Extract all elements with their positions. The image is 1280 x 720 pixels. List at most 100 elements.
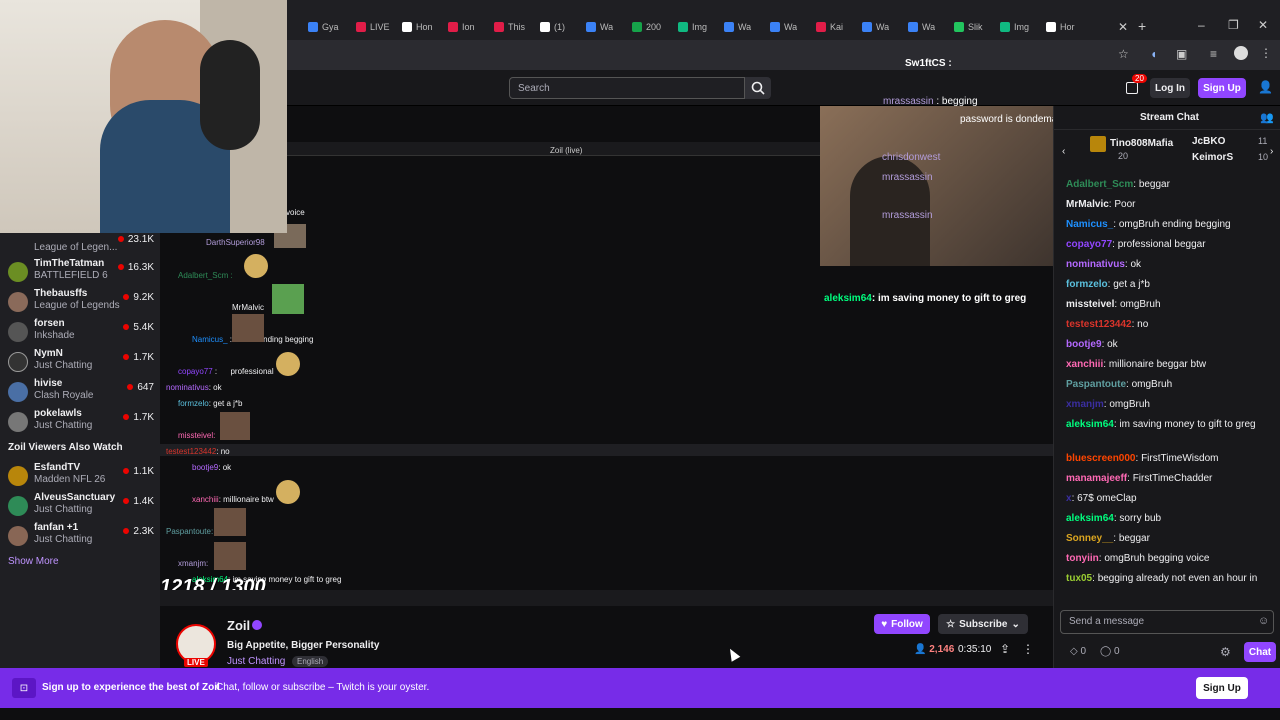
browser-tab[interactable]: Wa — [862, 17, 889, 37]
browser-menu-icon[interactable]: ⋮ — [1260, 46, 1272, 60]
subscribe-button[interactable]: ☆ Subscribe ⌄ — [938, 614, 1028, 634]
x-icon — [1046, 22, 1056, 32]
profile-avatar[interactable] — [1234, 46, 1248, 60]
sidebar-channel[interactable]: forsen Inkshade 5.4K — [6, 318, 156, 348]
chat-message: testest123442: no — [1066, 319, 1149, 330]
sidebar-channel[interactable]: fanfan +1 Just Chatting 2.3K — [6, 522, 156, 552]
chat-message: Paspantoute: omgBruh — [1066, 379, 1173, 390]
browser-tab[interactable]: Hon — [402, 17, 433, 37]
chat-text: omgBruh — [1119, 299, 1161, 310]
language-tag[interactable]: English — [292, 656, 329, 667]
chat-username[interactable]: testest123442 — [1066, 319, 1132, 330]
send-chat-button[interactable]: Chat — [1244, 642, 1276, 662]
chat-username[interactable]: Namicus_ — [1066, 219, 1113, 230]
sidebar-channel[interactable]: hivise Clash Royale 647 — [6, 378, 156, 408]
browser-tab[interactable]: Wa — [908, 17, 935, 37]
window-close-icon[interactable]: ✕ — [1258, 18, 1268, 32]
channel-points-icon[interactable]: ◯ 0 — [1100, 646, 1120, 657]
chat-message: Adalbert_Scm: beggar — [1066, 179, 1170, 190]
browser-tab[interactable]: Wa — [586, 17, 613, 37]
chat-username[interactable]: tonyiin — [1066, 553, 1099, 564]
sidebar-channel[interactable]: Thebausffs League of Legends 9.2K — [6, 288, 156, 318]
browser-tab[interactable]: Wa — [724, 17, 751, 37]
sidebar-channel[interactable]: League of Legen... 23.1K — [6, 230, 156, 260]
puzzle-icon[interactable]: ▣ — [1176, 47, 1187, 61]
video-player[interactable]: Zoil (live) Sw1ftCS : mrassassin : beggi… — [160, 58, 1093, 606]
browser-tab[interactable]: Gya — [308, 17, 339, 37]
chat-username[interactable]: bootje9 — [1066, 339, 1102, 350]
gear-icon[interactable]: ⚙ — [1220, 645, 1231, 659]
browser-tab[interactable]: (1) — [540, 17, 565, 37]
browser-tab[interactable]: Img — [1000, 17, 1029, 37]
notification-count-badge: 20 — [1132, 74, 1147, 83]
more-options-icon[interactable]: ⋮ — [1022, 642, 1034, 656]
follow-button[interactable]: ♥ Follow — [874, 614, 930, 634]
emote-picker-icon[interactable]: ☺ — [1258, 615, 1269, 627]
close-tab-icon[interactable]: ✕ — [1118, 20, 1128, 34]
signup-button[interactable]: Sign Up — [1198, 78, 1246, 98]
chat-username[interactable]: MrMalvic — [1066, 199, 1109, 210]
share-icon[interactable]: ⇪ — [1000, 642, 1010, 656]
chat-username[interactable]: missteivel — [1066, 299, 1114, 310]
channel-name: AlveusSanctuary — [34, 492, 116, 503]
chat-message: aleksim64: im saving money to gift to gr… — [1066, 419, 1256, 430]
chat-message: Namicus_: omgBruh ending begging — [1066, 219, 1231, 230]
sidebar-channel[interactable]: AlveusSanctuary Just Chatting 1.4K — [6, 492, 156, 522]
notifications-icon[interactable] — [1126, 82, 1138, 94]
show-more-link[interactable]: Show More — [8, 556, 59, 567]
chat-username[interactable]: aleksim64 — [1066, 419, 1114, 430]
chat-username[interactable]: formzelo — [1066, 279, 1108, 290]
sidebar-channel[interactable]: TimTheTatman BATTLEFIELD 6 16.3K — [6, 258, 156, 288]
browser-tab[interactable]: Ion — [448, 17, 475, 37]
search-button[interactable] — [745, 77, 771, 99]
tab-label: Wa — [784, 22, 798, 32]
user-menu-icon[interactable]: 👤 — [1258, 80, 1273, 94]
heart-icon: ♥ — [881, 618, 888, 630]
channel-name[interactable]: Zoil — [227, 618, 250, 633]
chevron-left-icon[interactable]: ‹ — [1062, 146, 1065, 157]
chat-username[interactable]: copayo77 — [1066, 239, 1112, 250]
chat-input[interactable]: Send a message — [1060, 610, 1274, 634]
login-button[interactable]: Log In — [1150, 78, 1190, 98]
channel-category: BATTLEFIELD 6 — [34, 270, 108, 281]
sidebar-channel[interactable]: EsfandTV Madden NFL 26 1.1K — [6, 462, 156, 492]
browser-tab[interactable]: Hor — [1046, 17, 1075, 37]
browser-tab[interactable]: This — [494, 17, 525, 37]
browser-tab[interactable]: LIVE — [356, 17, 390, 37]
banner-signup-button[interactable]: Sign Up — [1196, 677, 1248, 699]
extension-icon[interactable]: ◖ — [1150, 47, 1157, 61]
search-input[interactable]: Search — [509, 77, 745, 99]
chat-text: omgBruh begging voice — [1104, 553, 1210, 564]
sidebar-channel[interactable]: NymN Just Chatting 1.7K — [6, 348, 156, 378]
browser-tab[interactable]: Kai — [816, 17, 843, 37]
top-gifter-count: 20 — [1118, 151, 1129, 161]
browser-tab[interactable]: Wa — [770, 17, 797, 37]
chevron-right-icon[interactable]: › — [1270, 146, 1273, 157]
chat-username[interactable]: Paspantoute — [1066, 379, 1126, 390]
browser-tab[interactable]: Img — [678, 17, 707, 37]
browser-tab[interactable]: Slik — [954, 17, 983, 37]
chat-username[interactable]: Sonney__ — [1066, 533, 1113, 544]
chat-users-icon[interactable]: 👥 — [1260, 111, 1274, 124]
inner-chat-line: copayo77 : professional — [178, 367, 274, 376]
x-icon — [540, 22, 550, 32]
bits-icon[interactable]: ◇ 0 — [1070, 646, 1086, 657]
tab-label: Slik — [968, 22, 983, 32]
chat-username[interactable]: aleksim64 — [1066, 513, 1114, 524]
chat-username[interactable]: Adalbert_Scm — [1066, 179, 1133, 190]
chat-username[interactable]: nominativus — [1066, 259, 1125, 270]
minimize-icon[interactable]: – — [1198, 18, 1205, 32]
bookmark-star-icon[interactable]: ☆ — [1118, 47, 1129, 61]
chat-username[interactable]: xmanjm — [1066, 399, 1104, 410]
gifter-name: KeimorS — [1192, 152, 1234, 163]
chat-username[interactable]: xanchiii — [1066, 359, 1103, 370]
chat-username[interactable]: manamajeeff — [1066, 473, 1127, 484]
chat-username[interactable]: tux05 — [1066, 573, 1092, 584]
sidebar-panel-icon[interactable]: ≡ — [1210, 47, 1217, 61]
category-link[interactable]: Just Chatting — [227, 656, 285, 667]
sidebar-channel[interactable]: pokelawls Just Chatting 1.7K — [6, 408, 156, 438]
chat-username[interactable]: bluescreen000 — [1066, 453, 1136, 464]
browser-tab[interactable]: 200 — [632, 17, 661, 37]
new-tab-icon[interactable]: + — [1138, 18, 1146, 34]
maximize-icon[interactable]: ❐ — [1228, 18, 1239, 32]
